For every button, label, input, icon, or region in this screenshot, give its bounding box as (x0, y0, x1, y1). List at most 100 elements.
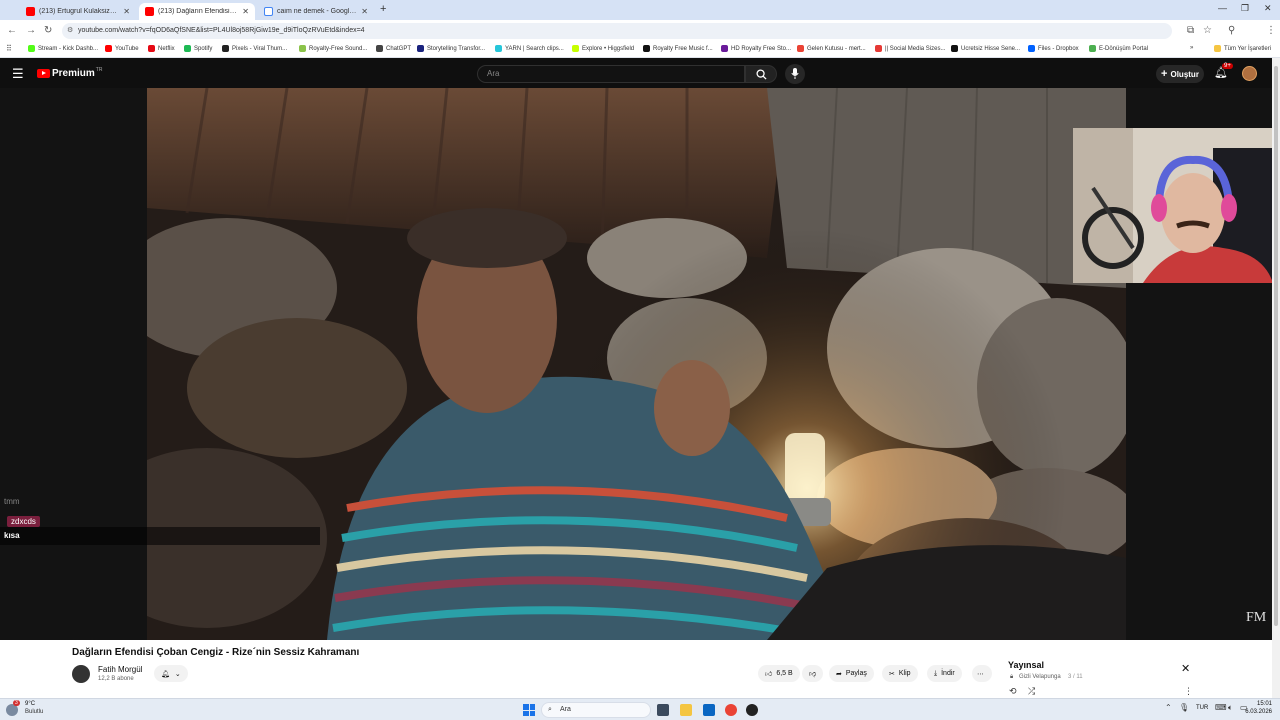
file-explorer-icon[interactable] (680, 704, 692, 716)
store-icon[interactable] (703, 704, 715, 716)
create-button[interactable]: + Oluştur (1156, 65, 1204, 83)
youtube-icon (26, 7, 35, 16)
forward-icon[interactable]: → (26, 25, 36, 36)
clock-time[interactable]: 15:01 (1246, 701, 1272, 707)
menu-icon[interactable]: ⋮ (1266, 25, 1276, 36)
bookmark-item[interactable]: YouTube (105, 45, 139, 52)
hamburger-menu-icon[interactable]: ☰ (12, 66, 24, 82)
youtube-header: ☰ Premium TR Ara + Oluştur 🔔︎ 9+ (0, 58, 1272, 88)
loop-icon[interactable]: ⟲ (1009, 686, 1017, 697)
dislike-button[interactable]: 👎︎ (802, 665, 824, 682)
video-player[interactable] (147, 88, 1126, 640)
channel-name[interactable]: Fatih Morgül (98, 665, 142, 674)
bookmark-item[interactable]: HD Royalty Free Sto... (721, 45, 791, 52)
bookmark-item[interactable]: E-Dönüşüm Portal (1089, 45, 1148, 52)
chevron-down-icon: ⌄ (174, 670, 181, 678)
bookmark-item[interactable]: Spotify (184, 45, 212, 52)
address-bar-row: ← → ↻ ⚙ youtube.com/watch?v=fqOD6aQfSNE&… (0, 20, 1280, 56)
tray-chevron-icon[interactable]: ⌃ (1165, 703, 1172, 712)
clip-button[interactable]: ✂ Klip (882, 665, 918, 682)
download-button[interactable]: ⤓ İndir (927, 665, 962, 682)
bookmark-item[interactable]: Royalty-Free Sound... (299, 45, 367, 52)
chat-username: zdxcds (7, 516, 40, 527)
microphone-icon[interactable]: 🎙︎ (1179, 703, 1189, 712)
bookmark-label: Royalty-Free Sound... (309, 45, 368, 52)
bookmark-item[interactable]: Ucretsiz Hisse Sene... (951, 45, 1020, 52)
playlist-owner: Gizli Velapunga (1019, 674, 1061, 680)
channel-avatar[interactable] (72, 665, 90, 683)
account-avatar[interactable] (1242, 66, 1257, 81)
bookmark-item[interactable]: Netflix (148, 45, 175, 52)
youtube-play-icon (37, 69, 50, 78)
browser-tab-active[interactable]: (213) Dağların Efendisi Çoba ✕ (139, 3, 255, 20)
more-actions-button[interactable]: ⋯ (972, 665, 992, 682)
app-icon[interactable] (746, 704, 758, 716)
close-playlist-icon[interactable]: ✕ (1181, 662, 1190, 675)
browser-tab[interactable]: (213) Ertugrul Kulaksizoglu - Yo ✕ (20, 3, 136, 20)
voice-search-button[interactable] (785, 64, 805, 84)
bell-icon: 🔔︎ (161, 670, 170, 678)
apps-icon[interactable]: ⠿ (6, 44, 12, 53)
clock-date[interactable]: 6.03.2026 (1242, 709, 1272, 715)
browser-tab[interactable]: caim ne demek - Google'da Ar ✕ (258, 3, 374, 20)
bookmark-favicon-icon (105, 45, 112, 52)
network-icon[interactable]: ⌨ (1215, 703, 1227, 712)
install-icon[interactable]: ⧉ (1187, 25, 1194, 36)
bookmark-item[interactable]: Pixels - Viral Thum... (222, 45, 287, 52)
language-indicator[interactable]: TUR (1196, 705, 1208, 711)
bookmark-item[interactable]: Storytelling Transfor... (417, 45, 485, 52)
task-view-icon[interactable] (657, 704, 669, 716)
url-field[interactable]: ⚙ youtube.com/watch?v=fqOD6aQfSNE&list=P… (62, 23, 1172, 39)
reload-icon[interactable]: ↻ (44, 25, 52, 36)
bookmark-favicon-icon (797, 45, 804, 52)
bookmark-item[interactable]: Files - Dropbox (1028, 45, 1079, 52)
search-input[interactable]: Ara (477, 65, 745, 83)
search-icon: ⌕ (548, 706, 552, 713)
google-icon (264, 7, 273, 16)
volume-icon[interactable]: 🔈︎ (1228, 703, 1233, 713)
subscribe-bell-button[interactable]: 🔔︎ ⌄ (154, 665, 188, 682)
like-button[interactable]: 👍︎ 6,5 B (758, 665, 800, 682)
bookmark-favicon-icon (222, 45, 229, 52)
bookmark-item[interactable]: YARN | Search clips... (495, 45, 564, 52)
maximize-icon[interactable]: ❐ (1241, 3, 1249, 14)
window-close-icon[interactable]: ✕ (1264, 3, 1272, 14)
more-bookmarks-icon[interactable]: » (1190, 45, 1193, 51)
site-info-icon[interactable]: ⚙ (67, 23, 73, 39)
taskbar-search-input[interactable]: ⌕ Ara (541, 702, 651, 718)
bookmark-label: Pixels - Viral Thum... (232, 45, 288, 52)
windows-start-icon[interactable] (523, 704, 535, 716)
bookmark-item[interactable]: ChatGPT (376, 45, 411, 52)
extensions-icon[interactable]: ⚲ (1228, 25, 1235, 36)
bookmark-label: E-Dönüşüm Portal (1099, 45, 1149, 52)
chrome-icon[interactable] (725, 704, 737, 716)
minimize-icon[interactable]: — (1218, 3, 1227, 13)
scrollbar-thumb[interactable] (1274, 66, 1278, 626)
close-icon[interactable]: ✕ (242, 7, 249, 16)
playlist-menu-icon[interactable]: ⋮ (1184, 686, 1193, 697)
star-icon[interactable]: ☆ (1203, 25, 1212, 36)
bookmark-item[interactable]: Explore • Higgsfield (572, 45, 634, 52)
scissors-icon: ✂ (889, 670, 895, 678)
back-icon[interactable]: ← (7, 25, 17, 36)
share-button[interactable]: ➦ Paylaş (829, 665, 874, 682)
close-icon[interactable]: ✕ (361, 7, 368, 16)
bookmark-item[interactable]: Royalty Free Music f... (643, 45, 713, 52)
bookmark-item[interactable]: Stream - Kick Dashb... (28, 45, 98, 52)
bookmark-item[interactable]: Gelen Kutusu - mert... (797, 45, 866, 52)
bookmark-label: Storytelling Transfor... (427, 45, 486, 52)
player-left-margin (0, 88, 147, 640)
playlist-title[interactable]: Yayınsal (1008, 660, 1044, 670)
search-button[interactable] (745, 65, 777, 83)
share-icon: ➦ (836, 670, 842, 678)
subscriber-count: 12,2 B abone (98, 676, 134, 682)
shuffle-icon[interactable]: ⤮ (1028, 686, 1035, 697)
bookmark-item[interactable]: || Social Media Sizes... (875, 45, 945, 52)
all-bookmarks[interactable]: Tüm Yer İşaretleri (1214, 45, 1271, 52)
youtube-logo[interactable]: Premium TR (37, 67, 102, 79)
bookmark-favicon-icon (875, 45, 882, 52)
bookmark-label: Spotify (194, 45, 213, 52)
close-icon[interactable]: ✕ (123, 7, 130, 16)
bookmark-favicon-icon (417, 45, 424, 52)
new-tab-button[interactable]: + (380, 3, 386, 15)
